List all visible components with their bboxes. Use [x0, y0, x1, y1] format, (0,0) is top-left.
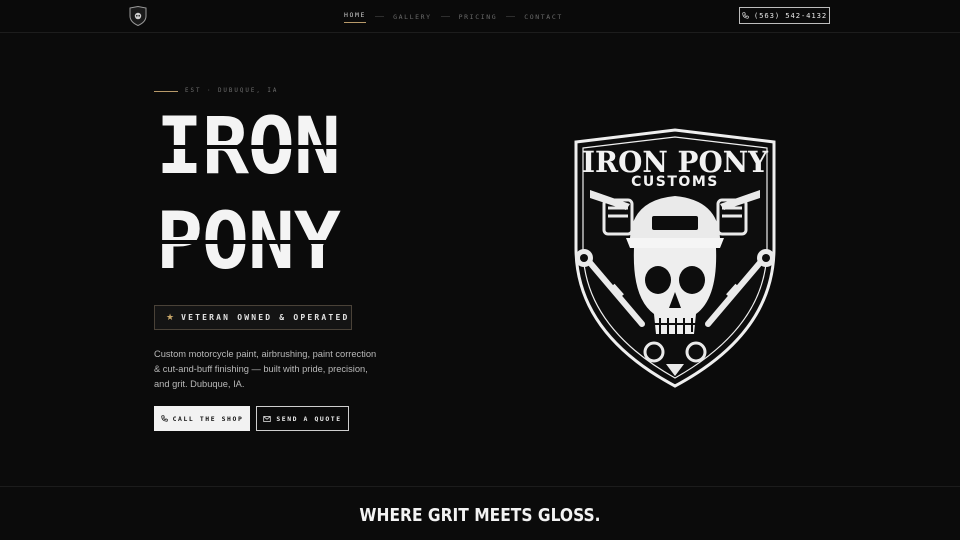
- top-nav: HOME GALLERY PRICING CONTACT (563) 542-4…: [0, 0, 960, 33]
- star-icon: ★: [166, 312, 175, 322]
- veteran-badge: ★ VETERAN OWNED & OPERATED: [154, 305, 352, 330]
- send-quote-button[interactable]: SEND A QUOTE: [256, 406, 349, 431]
- nav-gallery[interactable]: GALLERY: [393, 13, 432, 21]
- section-title: WHERE GRIT MEETS GLOSS.: [359, 505, 601, 526]
- nav-links: HOME GALLERY PRICING CONTACT: [344, 0, 563, 33]
- eyebrow-line: [154, 90, 178, 92]
- skull-pistons-emblem-icon: IRON PONY CUSTOMS: [574, 128, 776, 388]
- stencil-cut: [150, 145, 420, 149]
- hero-description: Custom motorcycle paint, airbrushing, pa…: [154, 349, 377, 389]
- iron-pony-emblem: IRON PONY CUSTOMS: [570, 128, 780, 390]
- shield-logo-icon[interactable]: [129, 6, 147, 26]
- nav-home[interactable]: HOME: [344, 11, 367, 23]
- phone-icon: [160, 415, 168, 422]
- eyebrow-text: EST · DUBUQUE, IA: [185, 88, 279, 94]
- nav-divider: [375, 16, 385, 17]
- phone-number: (563) 542-4132: [753, 11, 828, 20]
- phone-icon: [742, 12, 749, 19]
- nav-contact[interactable]: CONTACT: [524, 13, 563, 21]
- phone-button[interactable]: (563) 542-4132: [739, 7, 830, 24]
- badge-text: VETERAN OWNED & OPERATED: [181, 313, 350, 322]
- mail-icon: [263, 415, 271, 422]
- stencil-cut: [150, 240, 420, 244]
- eyebrow: EST · DUBUQUE, IA: [154, 88, 278, 94]
- nav-divider: [506, 16, 516, 17]
- send-quote-label: SEND A QUOTE: [276, 414, 342, 423]
- nav-pricing[interactable]: PRICING: [459, 13, 498, 21]
- nav-divider: [440, 16, 450, 17]
- emblem-line2: CUSTOMS: [631, 174, 719, 190]
- call-shop-label: CALL THE SHOP: [172, 414, 244, 423]
- call-shop-button[interactable]: CALL THE SHOP: [154, 406, 250, 431]
